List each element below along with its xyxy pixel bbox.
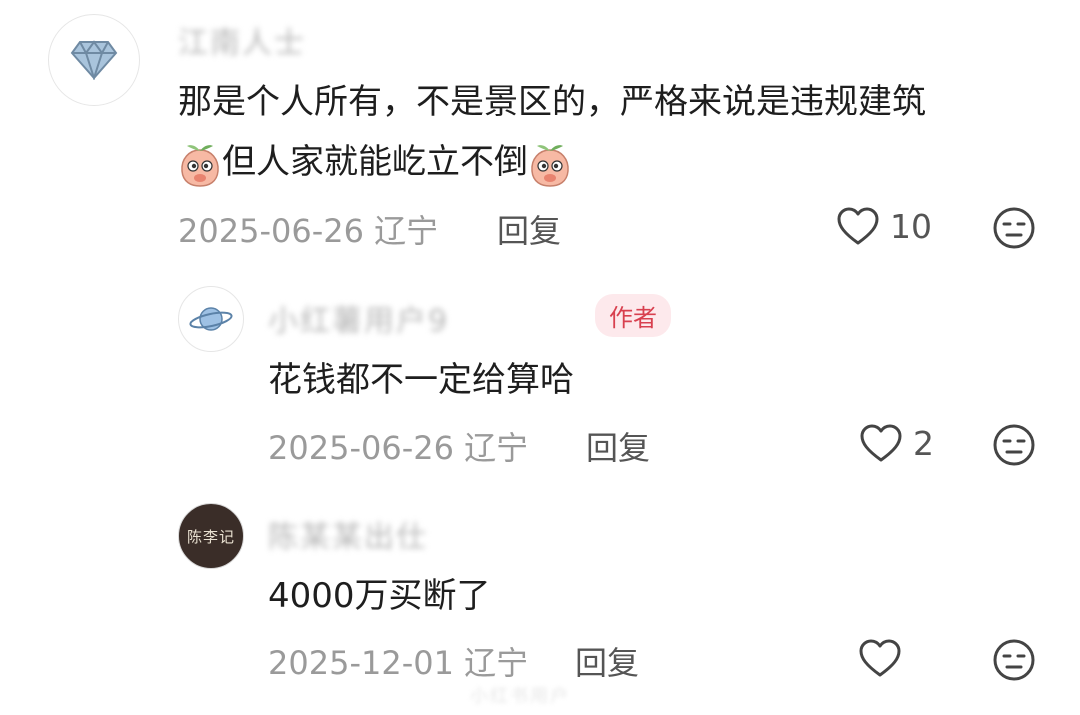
comment-text: 4000万买断了 (268, 576, 491, 616)
comment-text-line1: 那是个人所有，不是景区的，严格来说是违规建筑 (178, 82, 926, 122)
comment-date: 2025-06-26 (178, 212, 364, 250)
neutral-face-icon (993, 639, 1035, 681)
comment-text-line2: 但人家就能屹立不倒 (222, 142, 528, 182)
like-button[interactable]: 10 (836, 206, 932, 246)
comment-date: 2025-12-01 (268, 644, 454, 682)
comment-text-line2-row: 但人家就能屹立不倒 (178, 136, 572, 188)
reply-button[interactable]: 回复 (575, 638, 639, 684)
comment-location: 辽宁 (374, 212, 439, 250)
reply-button[interactable]: 回复 (586, 423, 650, 469)
peach-emoji-icon (531, 144, 569, 187)
neutral-face-icon (993, 424, 1035, 466)
comment-location: 辽宁 (464, 644, 529, 682)
avatar-text: 陈李记 (186, 527, 235, 546)
heart-icon (859, 639, 901, 677)
comment-text: 那是个人所有，不是景区的，严格来说是违规建筑 (178, 76, 926, 128)
username[interactable]: 小红薯用户9 (268, 296, 449, 340)
author-badge: 作者 (595, 294, 671, 337)
reply-button[interactable]: 回复 (497, 206, 561, 252)
dislike-button[interactable] (992, 206, 1036, 250)
like-button[interactable] (858, 638, 912, 678)
username[interactable]: 陈某某出仕 (268, 512, 428, 556)
dislike-button[interactable] (992, 638, 1036, 682)
avatar[interactable] (48, 14, 140, 106)
username[interactable]: 江南人士 (178, 18, 306, 62)
heart-icon (860, 424, 902, 462)
comment-date: 2025-06-26 (268, 429, 454, 467)
comment-meta: 2025-12-01 辽宁 (268, 638, 528, 684)
comment-meta: 2025-06-26 辽宁 (178, 206, 438, 252)
like-button[interactable]: 2 (859, 423, 934, 463)
like-count: 10 (890, 206, 932, 246)
peach-emoji-icon (181, 144, 219, 187)
comment-location: 辽宁 (464, 429, 529, 467)
comment-text: 花钱都不一定给算哈 (268, 360, 574, 400)
watermark: 小红书用户 (470, 686, 570, 707)
avatar[interactable]: 陈李记 (178, 503, 244, 569)
heart-icon (837, 207, 879, 245)
planet-icon (189, 307, 233, 331)
neutral-face-icon (993, 207, 1035, 249)
diamond-icon (70, 40, 118, 80)
dislike-button[interactable] (992, 423, 1036, 467)
avatar[interactable] (178, 286, 244, 352)
like-count: 2 (913, 423, 934, 463)
comment-meta: 2025-06-26 辽宁 (268, 423, 528, 469)
